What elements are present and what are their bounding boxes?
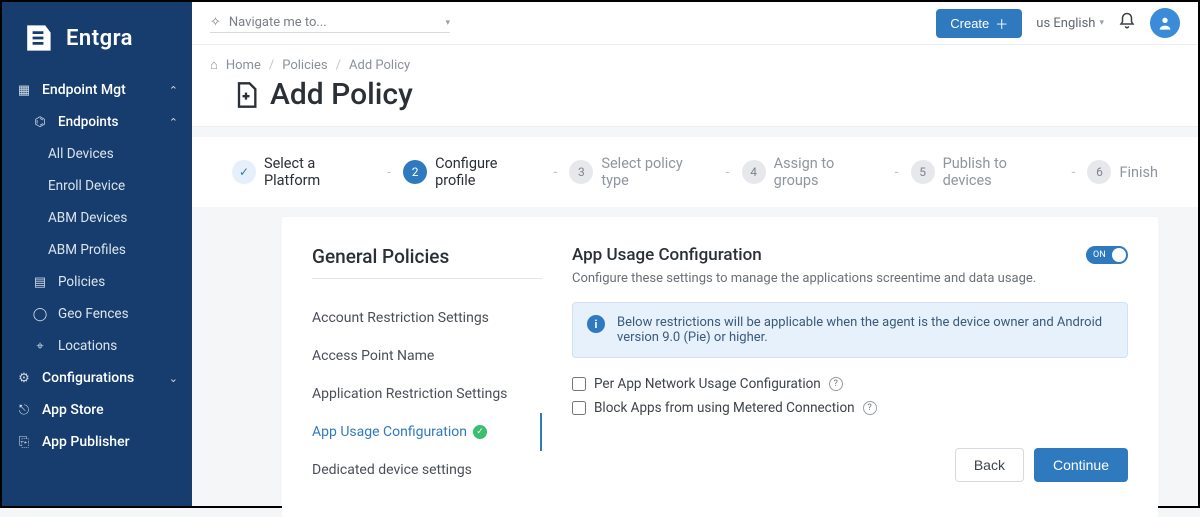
sidebar-item-locations[interactable]: ⌖ Locations	[2, 330, 192, 362]
policy-item-access-point-name[interactable]: Access Point Name	[312, 337, 542, 375]
sidebar-nav: ▦ Endpoint Mgt ⌃ ⌬ Endpoints ⌃ All Devic…	[2, 74, 192, 458]
navigate-input[interactable]: ✧ Navigate me to... ▾	[210, 13, 450, 33]
content-card: General Policies Account Restriction Set…	[282, 217, 1158, 517]
chevron-up-icon: ⌃	[169, 84, 178, 97]
checkbox-block-metered[interactable]	[572, 401, 586, 415]
sidebar: Entgra ▦ Endpoint Mgt ⌃ ⌬ Endpoints ⌃ Al…	[2, 2, 192, 506]
help-icon[interactable]: ?	[863, 401, 877, 415]
continue-button[interactable]: Continue	[1034, 448, 1128, 482]
stepper: ✓ Select a Platform - 2 Configure profil…	[192, 137, 1198, 207]
brand[interactable]: Entgra	[2, 12, 192, 74]
breadcrumb-home[interactable]: Home	[226, 58, 261, 73]
policy-list: General Policies Account Restriction Set…	[312, 245, 542, 489]
step-2[interactable]: 2 Configure profile	[403, 155, 541, 189]
help-icon[interactable]: ?	[829, 377, 843, 391]
info-banner: i Below restrictions will be applicable …	[572, 302, 1128, 358]
sidebar-item-all-devices[interactable]: All Devices	[2, 138, 192, 170]
header-block: ⌂ Home / Policies / Add Policy Add Polic…	[192, 45, 1198, 127]
policy-item-application-restriction[interactable]: Application Restriction Settings	[312, 375, 542, 413]
gear-icon: ⚙	[16, 371, 32, 386]
config-toggle[interactable]: ON	[1086, 246, 1128, 264]
policy-item-dedicated-device[interactable]: Dedicated device settings	[312, 451, 542, 489]
chevron-down-icon: ▾	[1099, 18, 1104, 28]
policy-list-heading: General Policies	[312, 245, 542, 279]
store-icon: ⎋	[16, 403, 32, 418]
check-icon: ✓	[232, 160, 256, 184]
sidebar-item-endpoints[interactable]: ⌬ Endpoints ⌃	[2, 106, 192, 138]
sidebar-section-configurations[interactable]: ⚙ Configurations ⌄	[2, 362, 192, 394]
topbar: ✧ Navigate me to... ▾ Create ＋ us Englis…	[192, 2, 1198, 45]
add-file-icon	[232, 81, 260, 109]
home-icon: ⌂	[210, 57, 218, 73]
brand-name: Entgra	[66, 26, 133, 51]
sidebar-item-app-store[interactable]: ⎋ App Store	[2, 394, 192, 426]
breadcrumb-current: Add Policy	[349, 58, 410, 73]
opt-block-metered[interactable]: Block Apps from using Metered Connection…	[572, 396, 1128, 420]
main: ✧ Navigate me to... ▾ Create ＋ us Englis…	[192, 2, 1198, 506]
grid-icon: ▦	[16, 83, 32, 98]
sidebar-item-geo-fences[interactable]: ◯ Geo Fences	[2, 298, 192, 330]
step-4[interactable]: 4 Assign to groups	[742, 155, 883, 189]
language-select[interactable]: us English ▾	[1036, 16, 1104, 31]
sidebar-item-enroll-device[interactable]: Enroll Device	[2, 170, 192, 202]
chevron-down-icon: ▾	[445, 18, 450, 28]
geo-icon: ◯	[32, 307, 48, 322]
policy-icon: ▤	[32, 275, 48, 290]
sidebar-item-app-publisher[interactable]: ⎘ App Publisher	[2, 426, 192, 458]
brand-logo-icon	[20, 20, 56, 56]
policy-item-app-usage[interactable]: App Usage Configuration ✓	[312, 413, 542, 451]
back-button[interactable]: Back	[955, 448, 1024, 482]
check-icon: ✓	[473, 425, 487, 439]
sidebar-item-abm-devices[interactable]: ABM Devices	[2, 202, 192, 234]
config-pane: App Usage Configuration ON Configure the…	[572, 245, 1128, 489]
sidebar-item-abm-profiles[interactable]: ABM Profiles	[2, 234, 192, 266]
pin-icon: ⌖	[32, 339, 48, 354]
chevron-up-icon: ⌃	[169, 116, 178, 129]
plus-icon: ＋	[995, 14, 1008, 33]
sidebar-item-policies[interactable]: ▤ Policies	[2, 266, 192, 298]
bell-icon[interactable]	[1118, 12, 1136, 34]
create-button[interactable]: Create ＋	[936, 9, 1022, 38]
publisher-icon: ⎘	[16, 435, 32, 450]
checkbox-per-app-network[interactable]	[572, 377, 586, 391]
step-1[interactable]: ✓ Select a Platform	[232, 155, 375, 189]
tree-icon: ⌬	[32, 115, 48, 130]
policy-item-account-restriction[interactable]: Account Restriction Settings	[312, 299, 542, 337]
opt-per-app-network[interactable]: Per App Network Usage Configuration ?	[572, 372, 1128, 396]
step-3[interactable]: 3 Select policy type	[569, 155, 713, 189]
chevron-down-icon: ⌄	[169, 372, 178, 385]
avatar[interactable]	[1150, 8, 1180, 38]
step-5[interactable]: 5 Publish to devices	[911, 155, 1060, 189]
sidebar-section-endpoint-mgt[interactable]: ▦ Endpoint Mgt ⌃	[2, 74, 192, 106]
info-icon: i	[587, 315, 605, 333]
config-subtitle: Configure these settings to manage the a…	[572, 271, 1128, 286]
step-6[interactable]: 6 Finish	[1087, 160, 1158, 184]
breadcrumb: ⌂ Home / Policies / Add Policy	[210, 57, 1158, 73]
breadcrumb-policies[interactable]: Policies	[282, 58, 327, 73]
page-title: Add Policy	[270, 77, 413, 112]
compass-icon: ✧	[210, 15, 221, 30]
config-title: App Usage Configuration	[572, 245, 762, 265]
